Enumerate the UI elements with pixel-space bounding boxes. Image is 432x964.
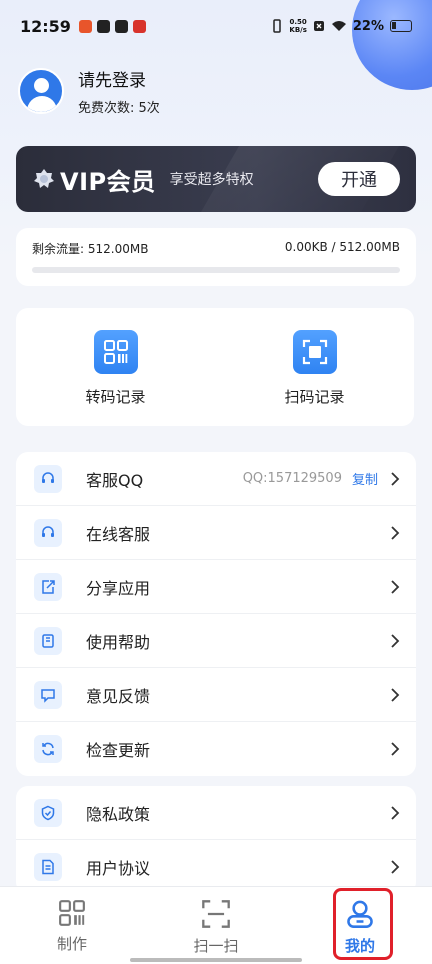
headset-icon bbox=[34, 464, 62, 493]
menu-item-label: 使用帮助 bbox=[86, 632, 151, 652]
nav-tab-make[interactable]: 制作 bbox=[0, 887, 144, 964]
nav-tab-scan[interactable]: 扫一扫 bbox=[144, 887, 288, 964]
chevron-right-icon bbox=[391, 633, 400, 648]
vip-subtitle: 享受超多特权 bbox=[169, 172, 254, 188]
scan-records[interactable]: 扫码记录 bbox=[215, 308, 414, 426]
shield-check-icon bbox=[34, 798, 62, 827]
menu-item-help[interactable]: 使用帮助 bbox=[16, 614, 416, 668]
app-notification-icon bbox=[78, 19, 92, 33]
nav-label: 扫一扫 bbox=[193, 937, 239, 955]
document-icon bbox=[34, 853, 62, 881]
nav-label: 制作 bbox=[56, 935, 87, 953]
traffic-progress-bar bbox=[32, 267, 400, 273]
menu-item-label: 用户协议 bbox=[86, 859, 151, 878]
qr-code-grid-icon bbox=[59, 900, 85, 926]
chevron-right-icon bbox=[391, 525, 400, 540]
battery-icon bbox=[390, 20, 412, 32]
transcode-records-label: 转码记录 bbox=[85, 388, 146, 406]
feedback-chat-icon bbox=[34, 680, 62, 709]
status-time: 12:59 bbox=[20, 16, 71, 36]
menu-item-label: 分享应用 bbox=[86, 578, 151, 598]
notification-icons bbox=[78, 19, 146, 33]
app-notification-icon bbox=[96, 19, 110, 33]
chevron-right-icon bbox=[391, 860, 400, 874]
network-speed-unit: KB/s bbox=[289, 26, 307, 34]
menu-item-qq-support[interactable]: 客服QQ QQ:157129509 复制 bbox=[16, 452, 416, 506]
menu-item-online-support[interactable]: 在线客服 bbox=[16, 506, 416, 560]
chevron-right-icon bbox=[391, 742, 400, 756]
transcode-records[interactable]: 转码记录 bbox=[16, 308, 215, 426]
vip-title: VIP会员 bbox=[60, 167, 156, 196]
refresh-icon bbox=[34, 735, 62, 763]
login-prompt[interactable]: 请先登录 bbox=[78, 66, 160, 91]
menu-item-feedback[interactable]: 意见反馈 bbox=[16, 668, 416, 722]
chevron-right-icon bbox=[391, 471, 400, 486]
vip-banner[interactable]: VIP会员 享受超多特权 开通 bbox=[16, 146, 416, 212]
chevron-right-icon bbox=[391, 579, 400, 594]
profile-section[interactable]: 请先登录 免费次数: 5次 bbox=[18, 66, 160, 116]
qr-code-grid-icon bbox=[93, 330, 138, 374]
headset-icon bbox=[34, 518, 62, 547]
wifi-icon bbox=[331, 21, 346, 31]
avatar[interactable] bbox=[18, 68, 64, 114]
menu-group-legal: 隐私政策 用户协议 bbox=[16, 786, 416, 894]
menu-item-share-app[interactable]: 分享应用 bbox=[16, 560, 416, 614]
menu-item-label: 隐私政策 bbox=[86, 804, 151, 824]
menu-item-label: 在线客服 bbox=[86, 524, 151, 544]
copy-link[interactable]: 复制 bbox=[352, 469, 378, 488]
chevron-right-icon bbox=[391, 805, 400, 820]
menu-item-label: 客服QQ bbox=[86, 470, 144, 490]
vip-open-button[interactable]: 开通 bbox=[318, 162, 400, 196]
free-count: 免费次数: 5次 bbox=[78, 101, 160, 116]
scan-frame-icon bbox=[202, 900, 230, 928]
active-tab-highlight bbox=[333, 888, 393, 960]
chevron-right-icon bbox=[391, 687, 400, 702]
app-notification-icon bbox=[114, 19, 128, 33]
scan-records-label: 扫码记录 bbox=[284, 388, 345, 406]
network-speed-value: 0.50 bbox=[289, 18, 307, 26]
menu-item-label: 检查更新 bbox=[86, 741, 151, 760]
scan-frame-icon bbox=[292, 330, 337, 374]
app-notification-icon bbox=[132, 19, 146, 33]
no-sim-icon bbox=[313, 21, 324, 31]
network-speed: 0.50 KB/s bbox=[289, 18, 306, 34]
menu-item-check-update[interactable]: 检查更新 bbox=[16, 722, 416, 776]
traffic-card: 剩余流量: 512.00MB 0.00KB / 512.00MB bbox=[16, 228, 416, 286]
status-bar: 12:59 0.50 KB/s 22% bbox=[0, 0, 432, 52]
records-card: 转码记录 扫码记录 bbox=[16, 308, 414, 426]
menu-group-support: 客服QQ QQ:157129509 复制 在线客服 分享应用 使用帮助 意见反馈 bbox=[16, 452, 416, 776]
vip-badge-icon bbox=[34, 169, 54, 188]
battery-percent: 22% bbox=[352, 18, 384, 34]
share-icon bbox=[34, 572, 62, 601]
qq-number: QQ:157129509 bbox=[242, 471, 342, 486]
traffic-usage: 0.00KB / 512.00MB bbox=[284, 240, 400, 254]
menu-item-privacy-policy[interactable]: 隐私政策 bbox=[16, 786, 416, 840]
home-indicator[interactable] bbox=[130, 958, 302, 962]
menu-item-label: 意见反馈 bbox=[86, 686, 151, 706]
help-book-icon bbox=[34, 626, 62, 655]
vibrate-icon bbox=[273, 19, 282, 33]
remaining-traffic: 剩余流量: 512.00MB bbox=[32, 242, 149, 256]
